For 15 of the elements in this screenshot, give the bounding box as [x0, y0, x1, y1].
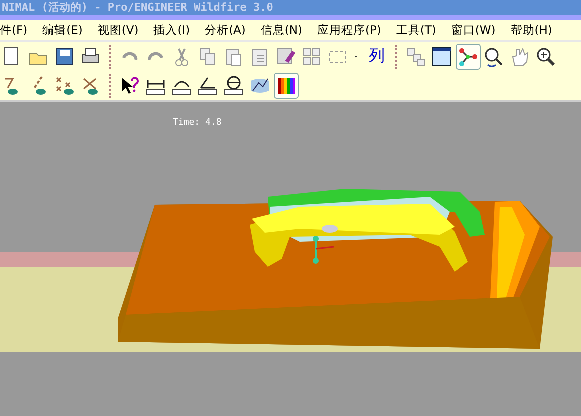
joint-icon[interactable] — [456, 44, 480, 70]
menu-item[interactable]: 分析(A) — [205, 22, 246, 38]
window-title: NIMAL (活动的) - Pro/ENGINEER Wildfire 3.0 — [2, 0, 274, 15]
menu-item[interactable]: 窗口(W) — [451, 22, 496, 38]
spectrum-icon[interactable] — [274, 72, 298, 98]
toolbar-button[interactable]: 列 — [364, 44, 390, 70]
menu-item[interactable]: 件(F) — [0, 22, 28, 38]
menu-item[interactable]: 信息(N) — [260, 22, 302, 38]
menu-item[interactable]: 编辑(E) — [42, 22, 83, 38]
menu-item[interactable]: 插入(I) — [154, 22, 190, 38]
time-label: Time: 4.8 — [173, 118, 222, 128]
menu-item[interactable]: 应用程序(P) — [317, 22, 382, 38]
menu-item[interactable]: 工具(T) — [396, 22, 436, 38]
menu-item[interactable]: 视图(V) — [98, 22, 139, 38]
menu-item[interactable]: 帮助(H) — [510, 22, 552, 38]
